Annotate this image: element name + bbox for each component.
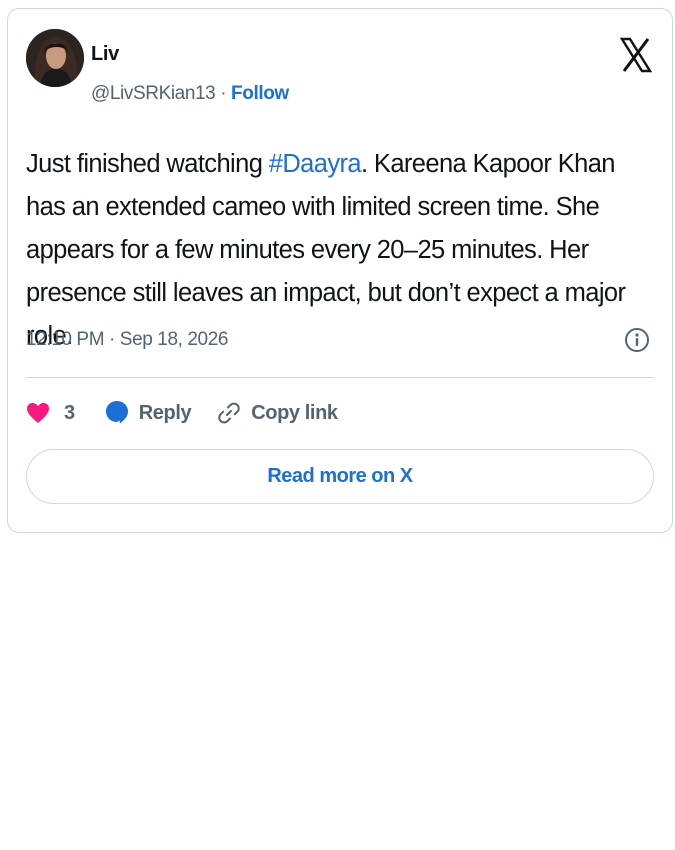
like-button[interactable]: 3 — [26, 402, 105, 425]
x-logo-icon[interactable] — [619, 37, 653, 73]
tweet-text: Just finished watching #Daayra. Kareena … — [26, 143, 656, 358]
meta-separator: · — [215, 83, 232, 104]
author-handle[interactable]: @LivSRKian13 — [91, 83, 216, 104]
copy-link-label: Copy link — [251, 401, 338, 424]
hashtag-link[interactable]: #Daayra — [269, 150, 362, 178]
tweet-text-start: Just finished watching — [26, 150, 269, 178]
speech-bubble-icon — [105, 400, 129, 426]
avatar-image — [26, 29, 84, 87]
author-meta: @LivSRKian13 · Follow — [91, 83, 289, 105]
reply-label: Reply — [138, 401, 192, 424]
link-icon — [217, 401, 241, 425]
timestamp-link[interactable]: 12:10 PM · Sep 18, 2026 — [26, 329, 228, 351]
like-count: 3 — [64, 401, 75, 424]
info-icon[interactable] — [624, 327, 650, 353]
read-more-button[interactable]: Read more on X — [26, 449, 654, 504]
divider — [26, 377, 654, 378]
action-bar: 3 Reply Copy link — [26, 397, 338, 429]
heart-icon — [26, 402, 50, 424]
follow-button[interactable]: Follow — [231, 83, 289, 104]
read-more-label: Read more on X — [267, 465, 413, 487]
avatar[interactable] — [26, 29, 84, 87]
tweet-text-rest: . Kareena Kapoor Khan has an extended ca… — [26, 150, 626, 350]
reply-button[interactable]: Reply — [105, 400, 217, 426]
copy-link-button[interactable]: Copy link — [217, 401, 338, 425]
author-name[interactable]: Liv — [91, 43, 119, 66]
tweet-card: Liv @LivSRKian13 · Follow Just finished … — [7, 8, 673, 533]
